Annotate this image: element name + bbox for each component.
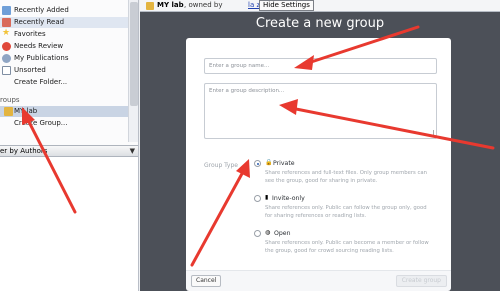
- option-invite-only-desc-line2: for sharing references or reading lists.: [265, 213, 367, 219]
- library-item-label: Unsorted: [14, 66, 46, 74]
- option-invite-only-desc-line1: Share references only. Public can follow…: [265, 205, 427, 211]
- group-header-bar: MY lab , owned by la zoze Hide Settings: [140, 0, 500, 12]
- option-invite-only-desc: Share references only. Public can follow…: [265, 204, 453, 220]
- hide-settings-button[interactable]: Hide Settings: [259, 0, 314, 11]
- create-group-button[interactable]: Create group: [395, 275, 447, 287]
- create-folder-label: Create Folder...: [14, 78, 68, 86]
- group-type-label: Group Type: [204, 162, 238, 169]
- option-open-desc-line1: Share references only. Public can become…: [265, 240, 429, 246]
- invite-icon: ▮: [265, 194, 269, 201]
- library-item-recently-read[interactable]: Recently Read: [0, 17, 128, 28]
- option-private-desc: Share references and full-text files. On…: [265, 169, 453, 185]
- option-private-desc-line1: Share references and full-text files. On…: [265, 170, 427, 176]
- radio-invite-only[interactable]: [254, 195, 261, 202]
- group-name-input[interactable]: Enter a group name...: [204, 58, 437, 74]
- group-name-placeholder: Enter a group name...: [209, 63, 270, 69]
- chevron-down-icon: ▼: [129, 147, 135, 155]
- library-pane: Recently Added Recently Read ★ Favorites…: [0, 0, 139, 291]
- option-open-desc-line2: the group, good for crowd sourcing readi…: [265, 248, 394, 254]
- library-item-label: Needs Review: [14, 42, 64, 50]
- option-open-title: Open: [274, 230, 291, 237]
- radio-open[interactable]: [254, 230, 261, 237]
- cancel-button[interactable]: Cancel: [191, 275, 222, 287]
- option-private-title: Private: [273, 160, 295, 167]
- library-scrollbar[interactable]: [128, 0, 138, 142]
- radio-private[interactable]: [254, 160, 261, 167]
- lock-icon: 🔒: [265, 159, 273, 166]
- group-item-label: MY lab: [14, 107, 38, 115]
- resize-grip-icon[interactable]: [428, 130, 434, 136]
- library-item-label: My Publications: [14, 54, 69, 62]
- star-icon: ★: [2, 28, 11, 38]
- group-icon: [4, 107, 13, 116]
- dialog-footer: Cancel Create group: [186, 270, 451, 291]
- group-icon: [146, 2, 154, 10]
- group-item-my-lab[interactable]: MY lab: [0, 106, 128, 117]
- owned-by-text: , owned by: [184, 1, 223, 9]
- option-invite-only-title: Invite-only: [272, 195, 305, 202]
- filter-list-area: [0, 157, 138, 291]
- option-private-desc-line2: see the group, good for sharing in priva…: [265, 178, 378, 184]
- option-open-desc: Share references only. Public can become…: [265, 239, 453, 255]
- create-group-dialog: Enter a group name... Enter a group desc…: [186, 38, 453, 291]
- modal-title: Create a new group: [255, 16, 385, 31]
- groups-heading: roups: [0, 96, 20, 104]
- unsorted-icon: [2, 66, 11, 75]
- person-icon: [2, 54, 11, 63]
- clock-icon: [2, 6, 11, 15]
- book-icon: [2, 18, 11, 27]
- modal-overlay: Create a new group Enter a group name...…: [140, 12, 500, 291]
- group-title: MY lab: [157, 1, 184, 9]
- group-description-placeholder: Enter a group description...: [209, 88, 285, 94]
- library-item-label: Recently Added: [14, 6, 69, 14]
- create-group-label: Create Group...: [14, 119, 68, 127]
- library-item-label: Favorites: [14, 30, 46, 38]
- globe-icon: ◍: [265, 229, 271, 236]
- filter-label: er by Authors: [0, 147, 48, 155]
- group-description-textarea[interactable]: Enter a group description...: [204, 83, 437, 139]
- review-icon: [2, 42, 11, 51]
- filter-by-authors-dropdown[interactable]: er by Authors ▼: [0, 145, 138, 157]
- scrollbar-thumb[interactable]: [130, 2, 138, 106]
- library-item-label: Recently Read: [14, 18, 65, 26]
